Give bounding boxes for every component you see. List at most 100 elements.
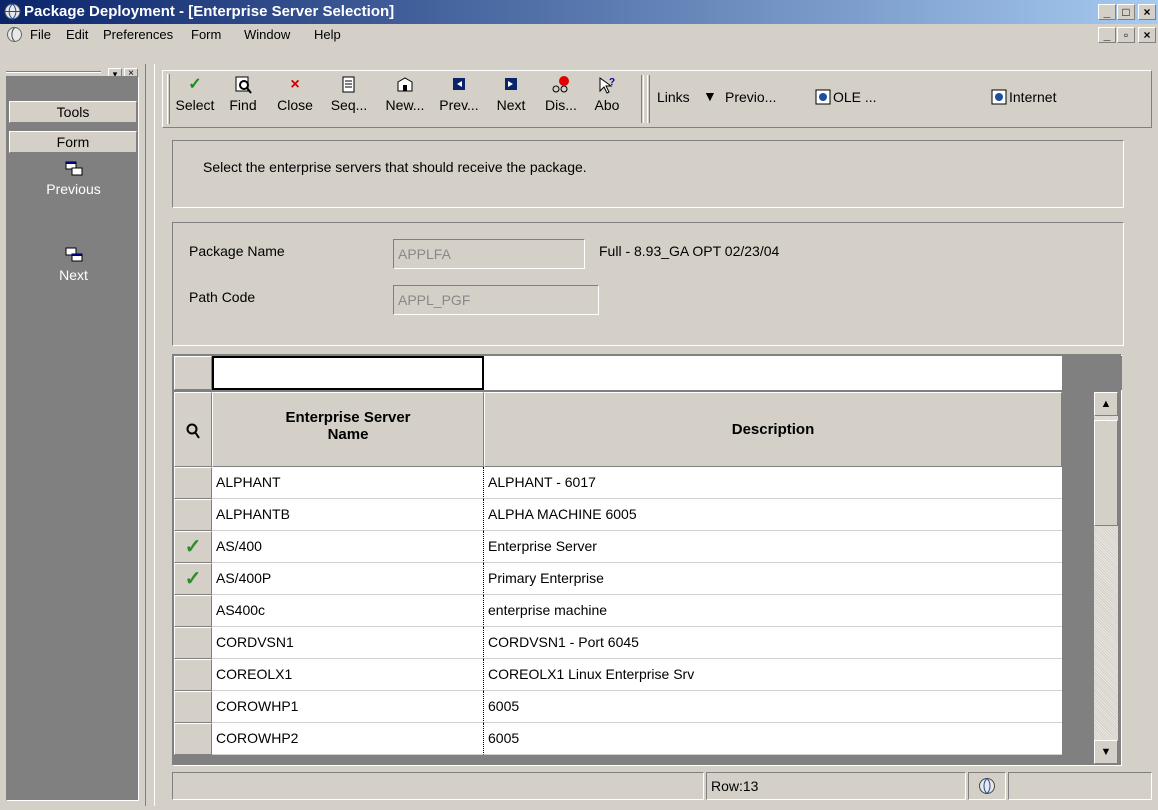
sequence-button[interactable]: Seq...	[325, 75, 373, 113]
close-button[interactable]: × Close	[271, 75, 319, 113]
menu-window[interactable]: Window	[244, 27, 290, 42]
menu-form[interactable]: Form	[191, 27, 221, 42]
next-label: Next	[496, 97, 526, 113]
query-header-cell[interactable]	[174, 392, 212, 467]
path-code-field[interactable]	[393, 285, 599, 315]
description-cell[interactable]: ALPHA MACHINE 6005	[484, 499, 1062, 531]
previo-link[interactable]: Previo...	[725, 89, 776, 105]
close-icon: ×	[290, 76, 300, 93]
menu-preferences[interactable]: Preferences	[103, 27, 173, 42]
splitter[interactable]	[145, 64, 155, 806]
minimize-button[interactable]: _	[1098, 4, 1116, 20]
title-bar: Package Deployment - [Enterprise Server …	[0, 0, 1158, 24]
server-name-cell[interactable]: ALPHANTB	[212, 499, 484, 531]
row-selector[interactable]	[174, 691, 212, 723]
window-title: Package Deployment - [Enterprise Server …	[24, 3, 395, 20]
row-selected-check-icon[interactable]: ✓	[174, 563, 212, 595]
server-name-cell[interactable]: AS/400P	[212, 563, 484, 595]
status-globe-icon	[979, 778, 995, 794]
internet-link-icon	[991, 89, 1007, 105]
server-name-cell[interactable]: AS/400	[212, 531, 484, 563]
status-pane-icon	[968, 772, 1006, 800]
toolbar-grip	[167, 74, 170, 124]
new-button[interactable]: New...	[381, 75, 429, 113]
document-globe-icon	[7, 27, 22, 42]
qbe-server-input[interactable]	[212, 356, 484, 390]
package-description: Full - 8.93_GA OPT 02/23/04	[599, 243, 780, 259]
maximize-button[interactable]: □	[1117, 4, 1135, 20]
about-icon: ?	[599, 77, 615, 94]
menu-help[interactable]: Help	[314, 27, 341, 42]
scroll-thumb[interactable]	[1094, 420, 1118, 526]
server-name-cell[interactable]: CORDVSN1	[212, 627, 484, 659]
status-pane-right	[1008, 772, 1152, 800]
row-selector[interactable]	[174, 627, 212, 659]
svg-text:?: ?	[609, 77, 615, 88]
find-icon	[235, 76, 252, 94]
find-label: Find	[229, 97, 257, 113]
ole-link[interactable]: OLE ...	[833, 89, 877, 105]
display-label: Dis...	[545, 97, 577, 113]
display-button[interactable]: Dis...	[537, 75, 585, 113]
row-selector[interactable]	[174, 467, 212, 499]
query-icon	[186, 423, 200, 439]
row-selector[interactable]	[174, 595, 212, 627]
about-button[interactable]: ? Abo	[583, 75, 631, 113]
find-button[interactable]: Find	[219, 75, 267, 113]
menu-bar: File Edit Preferences Form Window Help _…	[0, 24, 1158, 46]
next-button[interactable]: Next	[487, 75, 535, 113]
sidebar-previous[interactable]: Previous	[7, 161, 140, 197]
row-selector[interactable]	[174, 499, 212, 531]
links-label[interactable]: Links	[657, 89, 690, 105]
sidebar-tools-button[interactable]: Tools	[9, 101, 137, 123]
close-label: Close	[277, 97, 313, 113]
links-dropdown-icon[interactable]: ▼	[703, 88, 717, 104]
qbe-description-input[interactable]	[484, 356, 1062, 390]
toolbar-separator	[641, 75, 644, 123]
sequence-label: Seq...	[330, 97, 368, 113]
doc-close-button[interactable]: ×	[1138, 27, 1156, 43]
description-cell[interactable]: CORDVSN1 - Port 6045	[484, 627, 1062, 659]
description-cell[interactable]: 6005	[484, 691, 1062, 723]
qbe-row-header	[174, 356, 212, 390]
description-cell[interactable]: ALPHANT - 6017	[484, 467, 1062, 499]
vertical-scrollbar[interactable]: ▲ ▼	[1094, 392, 1118, 764]
doc-restore-button[interactable]: ▫	[1117, 27, 1135, 43]
server-name-cell[interactable]: COROWHP2	[212, 723, 484, 755]
row-selector[interactable]	[174, 723, 212, 755]
select-button[interactable]: ✓ Select	[171, 75, 219, 113]
new-icon	[397, 77, 413, 92]
row-selector[interactable]	[174, 659, 212, 691]
description-cell[interactable]: COREOLX1 Linux Enterprise Srv	[484, 659, 1062, 691]
sidebar-previous-label: Previous	[46, 181, 101, 197]
description-cell[interactable]: 6005	[484, 723, 1062, 755]
server-name-cell[interactable]: ALPHANT	[212, 467, 484, 499]
server-grid: Enterprise Server Name Description ALPHA…	[172, 354, 1122, 766]
menu-file[interactable]: File	[30, 27, 51, 42]
sidebar-form-button[interactable]: Form	[9, 131, 137, 153]
column-header-description[interactable]: Description	[484, 392, 1062, 467]
server-name-cell[interactable]: COREOLX1	[212, 659, 484, 691]
server-name-cell[interactable]: COROWHP1	[212, 691, 484, 723]
display-icon	[552, 76, 569, 93]
sidebar-next-label: Next	[59, 267, 88, 283]
row-selected-check-icon[interactable]: ✓	[174, 531, 212, 563]
description-cell[interactable]: Primary Enterprise	[484, 563, 1062, 595]
description-cell[interactable]: enterprise machine	[484, 595, 1062, 627]
description-cell[interactable]: Enterprise Server	[484, 531, 1062, 563]
sidebar-next[interactable]: Next	[7, 247, 140, 283]
next-icon	[65, 247, 82, 262]
close-window-button[interactable]: ×	[1138, 4, 1156, 20]
server-name-cell[interactable]: AS400c	[212, 595, 484, 627]
package-name-field[interactable]	[393, 239, 585, 269]
column-header-server[interactable]: Enterprise Server Name	[212, 392, 484, 467]
sidebar: Tools Form Previous Next	[6, 76, 139, 801]
prev-icon	[453, 78, 465, 90]
instruction-panel: Select the enterprise servers that shoul…	[172, 140, 1124, 208]
menu-edit[interactable]: Edit	[66, 27, 88, 42]
internet-link[interactable]: Internet	[1009, 89, 1056, 105]
scroll-down-button[interactable]: ▼	[1094, 740, 1118, 764]
prev-button[interactable]: Prev...	[435, 75, 483, 113]
doc-minimize-button[interactable]: _	[1098, 27, 1116, 43]
scroll-up-button[interactable]: ▲	[1094, 392, 1118, 416]
